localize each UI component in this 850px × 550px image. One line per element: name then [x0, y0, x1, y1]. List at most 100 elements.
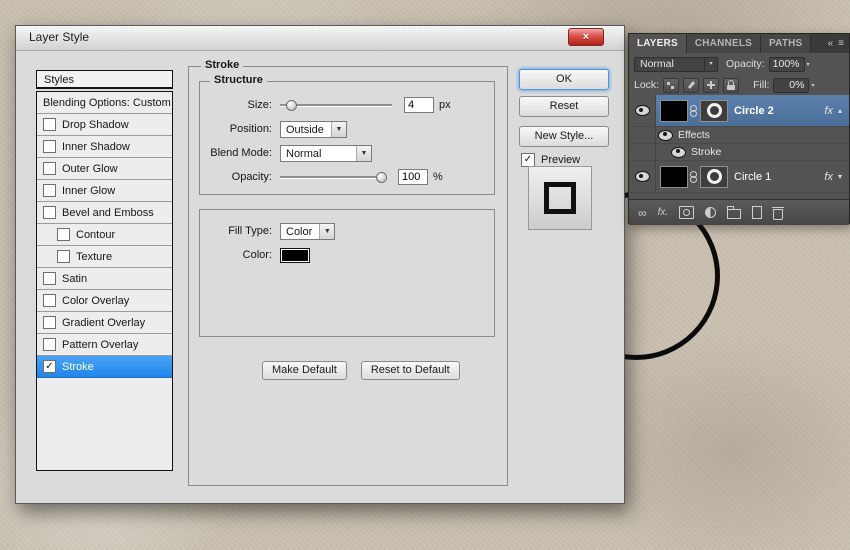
- layer-row-body[interactable]: Circle 1 fx ▾: [656, 161, 849, 192]
- eye-icon[interactable]: [658, 129, 673, 141]
- visibility-cell[interactable]: [629, 161, 656, 192]
- gradient-overlay-checkbox[interactable]: [43, 316, 56, 329]
- layer-blend-mode-value: Normal: [640, 57, 674, 70]
- layers-panel-toolbar: ∞ fx.: [629, 199, 849, 225]
- effects-collapse-icon[interactable]: ▴: [838, 106, 842, 115]
- layer-name[interactable]: Circle 2: [734, 105, 774, 117]
- inner-glow-checkbox[interactable]: [43, 184, 56, 197]
- style-item-inner-shadow[interactable]: Inner Shadow: [37, 136, 172, 158]
- size-slider[interactable]: [280, 99, 392, 111]
- color-overlay-checkbox[interactable]: [43, 294, 56, 307]
- new-group-icon[interactable]: [727, 205, 742, 221]
- style-item-color-overlay[interactable]: Color Overlay: [37, 290, 172, 312]
- new-style-button[interactable]: New Style...: [519, 126, 609, 147]
- preview-checkbox[interactable]: ✓: [521, 153, 535, 167]
- vector-mask-thumbnail[interactable]: [700, 165, 728, 188]
- blend-mode-dropdown[interactable]: Normal ▼: [280, 144, 372, 162]
- style-item-satin[interactable]: Satin: [37, 268, 172, 290]
- stroke-effect-label[interactable]: Stroke: [691, 146, 721, 158]
- style-item-stroke[interactable]: ✓ Stroke: [37, 356, 172, 378]
- style-item-drop-shadow[interactable]: Drop Shadow: [37, 114, 172, 136]
- vector-mask-thumbnail[interactable]: [700, 99, 728, 122]
- satin-checkbox[interactable]: [43, 272, 56, 285]
- lock-position-icon[interactable]: [703, 77, 720, 93]
- outer-glow-checkbox[interactable]: [43, 162, 56, 175]
- style-item-bevel-and-emboss[interactable]: Bevel and Emboss: [37, 202, 172, 224]
- stroke-color-swatch[interactable]: [280, 247, 310, 263]
- adjustment-layer-icon[interactable]: [705, 205, 717, 221]
- eye-icon[interactable]: [671, 146, 686, 158]
- lock-transparency-icon[interactable]: [663, 77, 680, 93]
- blending-options-item[interactable]: Blending Options: Custom: [37, 92, 172, 114]
- fill-type-row: Fill Type: Color ▼: [200, 220, 494, 242]
- lock-pixels-icon[interactable]: [683, 77, 700, 93]
- size-slider-track: [280, 104, 392, 107]
- style-item-inner-glow[interactable]: Inner Glow: [37, 180, 172, 202]
- inner-shadow-checkbox[interactable]: [43, 140, 56, 153]
- tab-layers[interactable]: LAYERS: [629, 34, 687, 53]
- style-item-contour[interactable]: Contour: [37, 224, 172, 246]
- eye-icon[interactable]: [634, 171, 650, 182]
- drop-shadow-checkbox[interactable]: [43, 118, 56, 131]
- position-dropdown[interactable]: Outside ▼: [280, 120, 347, 138]
- opacity-input[interactable]: [398, 169, 428, 185]
- visibility-cell[interactable]: [629, 95, 656, 126]
- opacity-slider-thumb[interactable]: [375, 172, 387, 183]
- fill-spinner-icon[interactable]: ▾: [811, 82, 814, 89]
- layer-opacity-value[interactable]: 100%: [768, 56, 805, 72]
- style-item-label: Bevel and Emboss: [62, 206, 154, 219]
- fx-badge[interactable]: fx: [824, 171, 833, 183]
- effects-row-body[interactable]: Effects: [656, 127, 849, 143]
- stroke-checkbox[interactable]: ✓: [43, 360, 56, 373]
- layer-name[interactable]: Circle 1: [734, 171, 771, 183]
- stroke-effect-row[interactable]: Stroke: [629, 144, 849, 161]
- tab-paths[interactable]: PATHS: [761, 34, 812, 53]
- layer-row-circle-2[interactable]: Circle 2 fx ▴: [629, 95, 849, 127]
- layer-blend-mode-dropdown[interactable]: Normal ▾: [634, 56, 718, 72]
- layer-style-icon[interactable]: fx.: [658, 205, 669, 221]
- tab-channels[interactable]: CHANNELS: [686, 34, 762, 53]
- size-slider-thumb[interactable]: [285, 100, 297, 111]
- structure-legend: Structure: [210, 74, 267, 86]
- collapse-panels-icon[interactable]: «: [828, 38, 834, 49]
- layer-row-body[interactable]: Circle 2 fx ▴: [656, 95, 849, 126]
- reset-to-default-button[interactable]: Reset to Default: [360, 361, 460, 380]
- make-default-button[interactable]: Make Default: [262, 361, 347, 380]
- opacity-spinner-icon[interactable]: ▾: [807, 61, 810, 68]
- layer-thumbnail[interactable]: [660, 165, 688, 188]
- new-layer-icon[interactable]: [752, 205, 763, 221]
- style-item-outer-glow[interactable]: Outer Glow: [37, 158, 172, 180]
- lock-all-icon[interactable]: [723, 77, 740, 93]
- preview-row: ✓ Preview: [521, 153, 580, 167]
- pattern-overlay-checkbox[interactable]: [43, 338, 56, 351]
- effects-expand-icon[interactable]: ▾: [838, 172, 842, 181]
- panel-menu-icon[interactable]: ≡: [838, 38, 844, 49]
- effects-row[interactable]: Effects: [629, 127, 849, 144]
- link-layers-icon[interactable]: ∞: [638, 205, 647, 221]
- opacity-slider[interactable]: [280, 171, 387, 183]
- effects-label[interactable]: Effects: [678, 129, 710, 141]
- contour-checkbox[interactable]: [57, 228, 70, 241]
- layers-list: Circle 2 fx ▴ Effects Stroke Circle 1 fx…: [629, 95, 849, 199]
- fx-badge[interactable]: fx: [824, 105, 833, 117]
- delete-layer-icon[interactable]: [772, 205, 785, 221]
- style-item-pattern-overlay[interactable]: Pattern Overlay: [37, 334, 172, 356]
- ok-button[interactable]: OK: [519, 69, 609, 90]
- close-button[interactable]: ×: [568, 28, 604, 46]
- reset-button[interactable]: Reset: [519, 96, 609, 117]
- bevel-and-emboss-checkbox[interactable]: [43, 206, 56, 219]
- size-input[interactable]: [404, 97, 434, 113]
- add-layer-mask-icon[interactable]: [679, 205, 695, 221]
- style-item-texture[interactable]: Texture: [37, 246, 172, 268]
- stroke-effect-row-body[interactable]: Stroke: [656, 144, 849, 160]
- layer-thumbnail[interactable]: [660, 99, 688, 122]
- fill-type-dropdown[interactable]: Color ▼: [280, 222, 336, 240]
- style-item-gradient-overlay[interactable]: Gradient Overlay: [37, 312, 172, 334]
- texture-checkbox[interactable]: [57, 250, 70, 263]
- eye-icon[interactable]: [634, 105, 650, 116]
- layer-row-circle-1[interactable]: Circle 1 fx ▾: [629, 161, 849, 193]
- fill-label: Fill:: [753, 79, 770, 91]
- dialog-titlebar[interactable]: Layer Style ×: [16, 26, 624, 51]
- style-item-label: Pattern Overlay: [62, 338, 139, 351]
- fill-value[interactable]: 0%: [773, 77, 810, 93]
